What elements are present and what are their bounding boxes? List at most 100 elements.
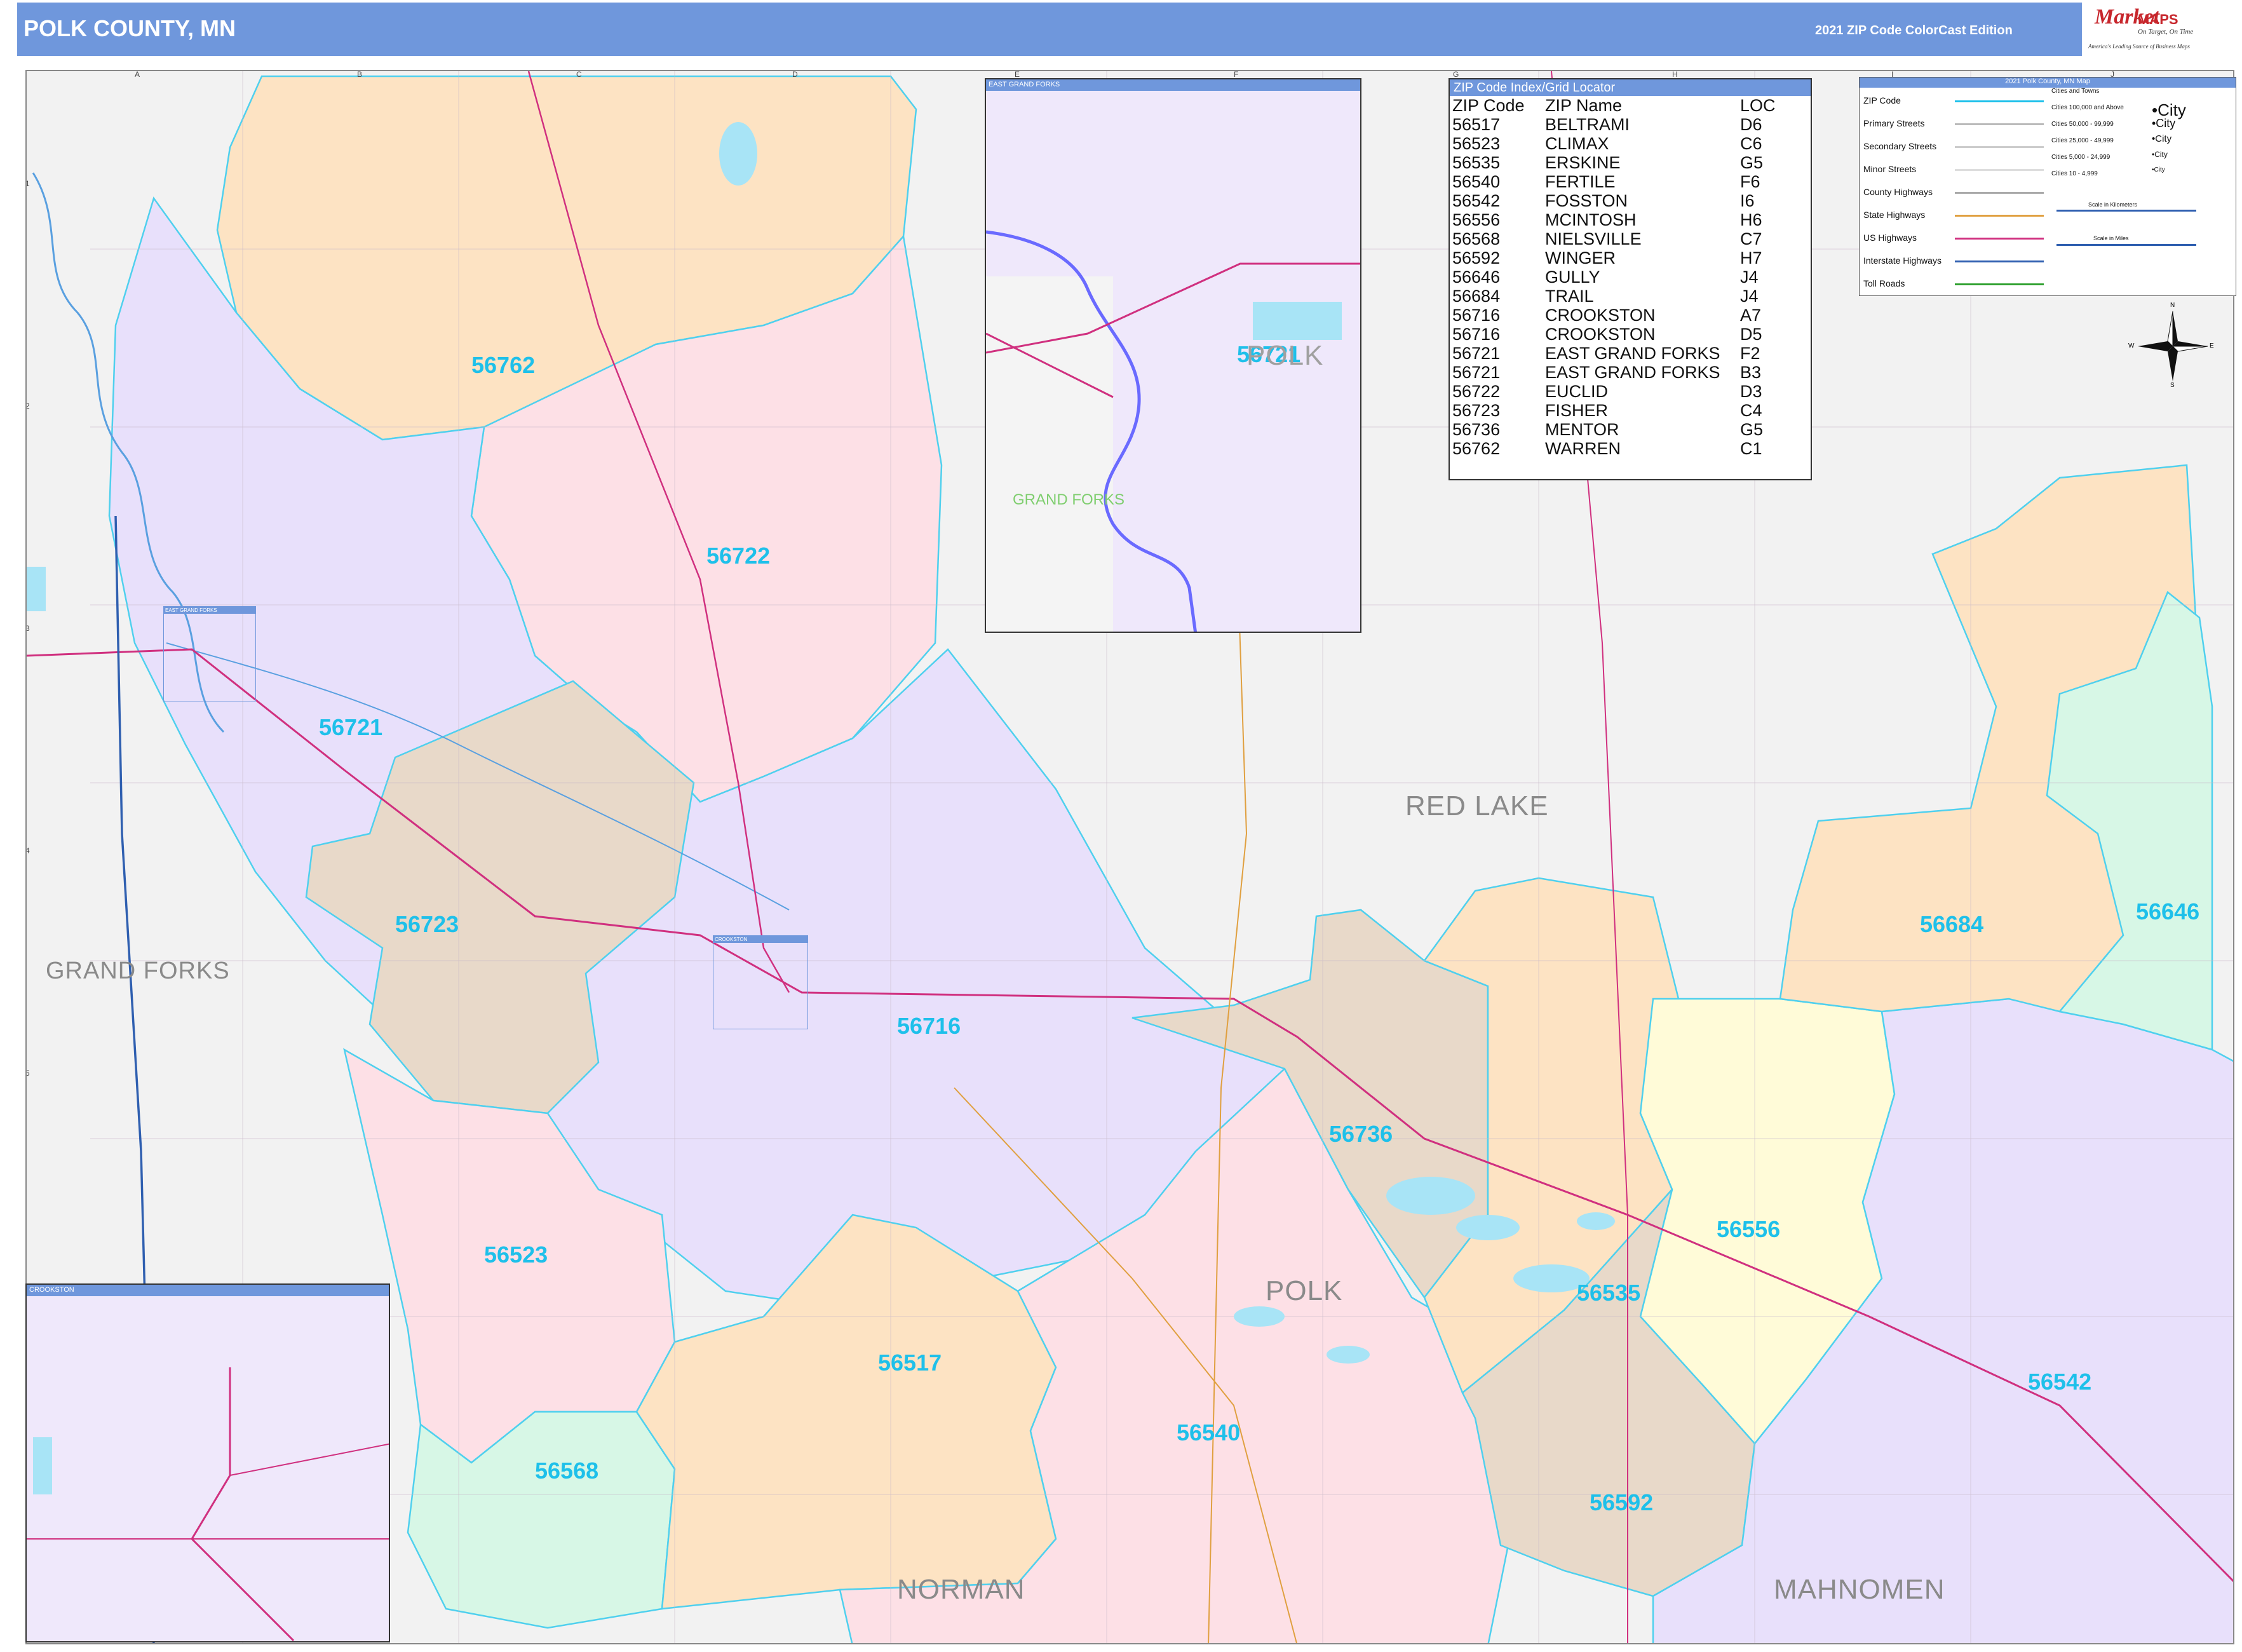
- zip-index-row[interactable]: 56716 CROOKSTON A7: [1452, 306, 1776, 325]
- egf-inset-county-grand-forks: GRAND FORKS: [1013, 491, 1125, 508]
- zip-label-56556[interactable]: 56556: [1717, 1216, 1780, 1243]
- zip-index-code: 56721: [1452, 344, 1501, 363]
- legend-item-swatch: [1955, 100, 2044, 102]
- zip-index-row[interactable]: 56523 CLIMAX C6: [1452, 134, 1776, 153]
- zip-index-row[interactable]: 56736 MENTOR G5: [1452, 420, 1776, 439]
- zip-label-56723[interactable]: 56723: [395, 911, 459, 938]
- zip-label-56592[interactable]: 56592: [1590, 1489, 1653, 1516]
- zip-label-56535[interactable]: 56535: [1577, 1280, 1640, 1306]
- egf-inset[interactable]: EAST GRAND FORKS 56721 POLK GRAND FORKS: [985, 78, 1361, 633]
- legend-scale-km-bar: [2056, 210, 2196, 212]
- zip-index-loc: D6: [1740, 115, 1762, 134]
- zip-index-code: 56684: [1452, 287, 1501, 306]
- crookston-inset[interactable]: CROOKSTON: [25, 1283, 390, 1642]
- zip-label-56721[interactable]: 56721: [319, 714, 382, 741]
- grid-col-g: G: [1453, 70, 1459, 79]
- legend-city-sample: •City: [2152, 117, 2176, 130]
- zip-index-row[interactable]: 56646 GULLY J4: [1452, 267, 1776, 287]
- grid-col-c: C: [576, 70, 582, 79]
- zip-index-row[interactable]: 56721 EAST GRAND FORKS B3: [1452, 363, 1776, 382]
- zip-index-code: 56646: [1452, 267, 1501, 287]
- zip-index-code: 56556: [1452, 210, 1501, 229]
- zip-label-56646[interactable]: 56646: [2136, 898, 2199, 925]
- compass-n: N: [2170, 302, 2175, 309]
- zip-index-loc: D5: [1740, 325, 1762, 344]
- zip-index-row[interactable]: 56716 CROOKSTON D5: [1452, 325, 1776, 344]
- zip-index-code: 56721: [1452, 363, 1501, 382]
- legend-item-swatch: [1955, 261, 2044, 262]
- zip-index-table: ZIP Code ZIP Name LOC 56517 BELTRAMI D6 565…: [1452, 96, 1776, 458]
- zip-index-code: 56523: [1452, 134, 1501, 153]
- page-title: POLK COUNTY, MN: [24, 15, 236, 41]
- grid-col-d: D: [792, 70, 798, 79]
- grid-col-e: E: [1015, 70, 1020, 79]
- zip-index-loc: G5: [1740, 153, 1764, 172]
- zip-label-56523[interactable]: 56523: [484, 1242, 548, 1268]
- zip-index-code: 56540: [1452, 172, 1501, 191]
- zip-label-56684[interactable]: 56684: [1920, 911, 1983, 938]
- zip-index-panel: ZIP Code Index/Grid Locator ZIP Code ZIP…: [1449, 78, 1812, 480]
- header-bar: POLK COUNTY, MN 2021 ZIP Code ColorCast …: [17, 3, 2209, 56]
- zip-index-row[interactable]: 56684 TRAIL J4: [1452, 287, 1776, 306]
- legend-title: 2021 Polk County, MN Map: [1860, 78, 2236, 88]
- zip-label-56540[interactable]: 56540: [1177, 1419, 1240, 1446]
- zip-index-name: MENTOR: [1545, 420, 1619, 439]
- zip-index-header-name: ZIP Name: [1545, 96, 1623, 115]
- grid-col-h: H: [1672, 70, 1678, 79]
- zip-index-row[interactable]: 56535 ERSKINE G5: [1452, 153, 1776, 172]
- zip-index-title: ZIP Code Index/Grid Locator: [1450, 79, 1811, 96]
- zip-index-row[interactable]: 56542 FOSSTON I6: [1452, 191, 1776, 210]
- zip-label-56736[interactable]: 56736: [1329, 1121, 1393, 1148]
- legend-item-label: Primary Streets: [1863, 118, 1925, 128]
- legend-item-label: Secondary Streets: [1863, 141, 1937, 151]
- legend-city-range: Cities 50,000 - 99,999: [2051, 121, 2114, 128]
- zip-index-code: 56568: [1452, 229, 1501, 248]
- zip-index-loc: J4: [1740, 287, 1759, 306]
- zip-index-name: MCINTOSH: [1545, 210, 1637, 229]
- grid-row-4: 4: [25, 846, 30, 855]
- grid-row-1: 1: [25, 179, 30, 188]
- zip-index-name: WINGER: [1545, 248, 1616, 267]
- zip-index-name: TRAIL: [1545, 287, 1594, 306]
- zip-index-name: FISHER: [1545, 401, 1609, 420]
- egf-locator-box[interactable]: EAST GRAND FORKS: [163, 606, 256, 701]
- crookston-locator-box[interactable]: CROOKSTON: [713, 935, 808, 1029]
- zip-index-row[interactable]: 56722 EUCLID D3: [1452, 382, 1776, 401]
- legend-scale-mi: Scale in Miles: [2093, 235, 2129, 241]
- zip-index-row[interactable]: 56568 NIELSVILLE C7: [1452, 229, 1776, 248]
- zip-label-56716[interactable]: 56716: [897, 1013, 961, 1039]
- zip-index-row[interactable]: 56540 FERTILE F6: [1452, 172, 1776, 191]
- zip-index-name: EAST GRAND FORKS: [1545, 363, 1720, 382]
- zip-index-header-code: ZIP Code: [1452, 96, 1525, 115]
- legend-item-swatch: [1955, 192, 2044, 194]
- zip-label-56568[interactable]: 56568: [535, 1458, 598, 1484]
- zip-index-row[interactable]: 56592 WINGER H7: [1452, 248, 1776, 267]
- zip-index-name: CLIMAX: [1545, 134, 1609, 153]
- zip-index-loc: F2: [1740, 344, 1760, 363]
- zip-index-code: 56535: [1452, 153, 1501, 172]
- zip-index-code: 56722: [1452, 382, 1501, 401]
- egf-locator-title: EAST GRAND FORKS: [164, 607, 255, 614]
- legend-item-swatch: [1955, 146, 2044, 148]
- zip-index-code: 56716: [1452, 325, 1501, 344]
- compass-rose: N S E W: [2128, 302, 2217, 391]
- zip-label-56517[interactable]: 56517: [878, 1350, 942, 1376]
- zip-index-loc: B3: [1740, 363, 1762, 382]
- zip-index-loc: C7: [1740, 229, 1762, 248]
- legend-item-label: County Highways: [1863, 187, 1933, 197]
- zip-label-56542[interactable]: 56542: [2028, 1369, 2091, 1395]
- legend-city-header: Cities and Towns: [2051, 88, 2100, 95]
- zip-index-row[interactable]: 56762 WARREN C1: [1452, 439, 1776, 458]
- logo-sub: MAPS: [2138, 11, 2178, 27]
- market-maps-logo: Market MAPS On Target, On Time America's…: [2082, 3, 2209, 56]
- zip-label-56722[interactable]: 56722: [706, 543, 770, 569]
- zip-index-row[interactable]: 56556 MCINTOSH H6: [1452, 210, 1776, 229]
- zip-label-56762[interactable]: 56762: [471, 352, 535, 379]
- legend-city-range: Cities 5,000 - 24,999: [2051, 154, 2110, 161]
- grid-row-2: 2: [25, 402, 30, 410]
- zip-index-loc: F6: [1740, 172, 1760, 191]
- zip-index-row[interactable]: 56721 EAST GRAND FORKS F2: [1452, 344, 1776, 363]
- zip-index-name: FOSSTON: [1545, 191, 1628, 210]
- zip-index-row[interactable]: 56517 BELTRAMI D6: [1452, 115, 1776, 134]
- zip-index-row[interactable]: 56723 FISHER C4: [1452, 401, 1776, 420]
